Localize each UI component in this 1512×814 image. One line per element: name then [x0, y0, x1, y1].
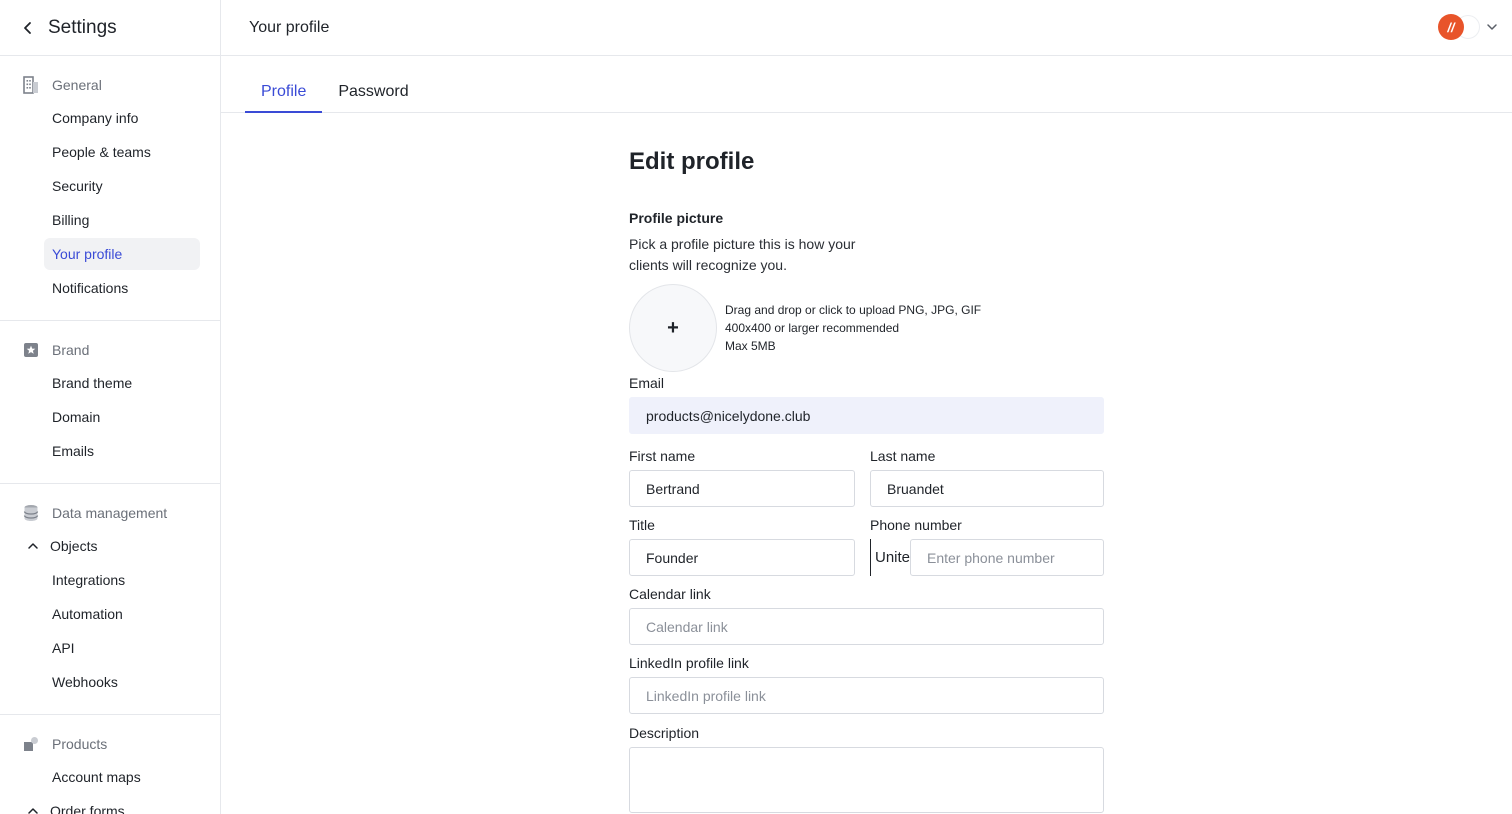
- star-badge-icon: [22, 341, 40, 359]
- linkedin-input[interactable]: [629, 677, 1104, 714]
- section-general-header: General: [0, 74, 220, 96]
- account-menu[interactable]: //: [1438, 14, 1498, 40]
- sidebar-title: Settings: [48, 16, 117, 38]
- sidebar-item-billing[interactable]: Billing: [44, 204, 200, 236]
- products-icon: [22, 735, 40, 753]
- upload-row: + Drag and drop or click to upload PNG, …: [629, 284, 1104, 372]
- sidebar-item-api[interactable]: API: [44, 632, 200, 664]
- avatar: //: [1438, 14, 1464, 40]
- sidebar-item-emails[interactable]: Emails: [44, 435, 200, 467]
- form-title: Edit profile: [629, 148, 755, 175]
- section-products-header: Products: [0, 733, 220, 755]
- settings-sidebar: Settings General Company info People & t…: [0, 0, 221, 814]
- sidebar-item-integrations[interactable]: Integrations: [44, 564, 200, 596]
- building-icon: [22, 76, 40, 94]
- plus-icon: +: [667, 316, 679, 339]
- sidebar-group-order-forms-label: Order forms: [50, 803, 125, 814]
- section-data-label: Data management: [52, 505, 168, 521]
- last-name-input[interactable]: [870, 470, 1104, 507]
- title-input[interactable]: [629, 539, 855, 576]
- section-general-label: General: [52, 77, 102, 93]
- sidebar-item-your-profile[interactable]: Your profile: [44, 238, 200, 270]
- sidebar-header: Settings: [0, 0, 220, 56]
- phone-row: Unite: [870, 539, 1104, 576]
- title-label: Title: [629, 517, 655, 533]
- profile-tabs: Profile Password: [221, 56, 1512, 113]
- sidebar-group-objects-label: Objects: [50, 538, 98, 554]
- title-group: Title: [629, 517, 855, 576]
- sidebar-item-domain[interactable]: Domain: [44, 401, 200, 433]
- sidebar-item-automation[interactable]: Automation: [44, 598, 200, 630]
- top-bar: Your profile //: [221, 0, 1512, 56]
- calendar-input[interactable]: [629, 608, 1104, 645]
- sidebar-item-security[interactable]: Security: [44, 170, 200, 202]
- phone-group: Phone number Unite: [870, 517, 1104, 576]
- sidebar-item-notifications[interactable]: Notifications: [44, 272, 200, 304]
- chevron-down-icon: [1486, 21, 1498, 33]
- phone-label: Phone number: [870, 517, 962, 533]
- calendar-group: Calendar link: [629, 586, 1104, 645]
- section-brand-label: Brand: [52, 342, 90, 358]
- profile-picture-label: Profile picture: [629, 210, 724, 226]
- description-textarea[interactable]: [629, 747, 1104, 813]
- sidebar-item-company-info[interactable]: Company info: [44, 102, 200, 134]
- upload-instructions: Drag and drop or click to upload PNG, JP…: [725, 301, 981, 355]
- section-products: Products Account maps Order forms: [0, 715, 220, 814]
- phone-input[interactable]: [910, 539, 1104, 576]
- section-products-label: Products: [52, 736, 108, 752]
- sidebar-group-order-forms[interactable]: Order forms: [26, 795, 200, 814]
- page-title: Your profile: [249, 18, 330, 36]
- section-general: General Company info People & teams Secu…: [0, 56, 220, 321]
- sidebar-item-webhooks[interactable]: Webhooks: [44, 666, 200, 698]
- sidebar-group-objects[interactable]: Objects: [26, 530, 200, 562]
- first-name-input[interactable]: [629, 470, 855, 507]
- back-arrow-icon[interactable]: [20, 20, 36, 36]
- last-name-label: Last name: [870, 448, 936, 464]
- email-label: Email: [629, 375, 665, 391]
- section-data-management: Data management Objects Integrations Aut…: [0, 484, 220, 715]
- upload-dropzone[interactable]: +: [629, 284, 717, 372]
- sidebar-item-account-maps[interactable]: Account maps: [44, 761, 200, 793]
- linkedin-label: LinkedIn profile link: [629, 655, 749, 671]
- upload-formats: Drag and drop or click to upload PNG, JP…: [725, 303, 982, 317]
- email-field[interactable]: [629, 397, 1104, 434]
- edit-profile-form: Edit profile Profile picture Pick a prof…: [629, 140, 1104, 372]
- tab-profile[interactable]: Profile: [245, 55, 323, 113]
- country-select[interactable]: Unite: [870, 539, 910, 576]
- database-icon: [22, 504, 40, 522]
- section-data-header: Data management: [0, 502, 220, 524]
- description-label: Description: [629, 725, 700, 741]
- email-group: Email: [629, 375, 1104, 434]
- sidebar-item-brand-theme[interactable]: Brand theme: [44, 367, 200, 399]
- first-name-label: First name: [629, 448, 696, 464]
- upload-size: 400x400 or larger recommended: [725, 321, 900, 335]
- chevron-up-icon: [26, 804, 40, 814]
- description-group: Description: [629, 725, 1104, 814]
- tab-password[interactable]: Password: [322, 55, 424, 112]
- last-name-group: Last name: [870, 448, 1104, 507]
- upload-max: Max 5MB: [725, 339, 776, 353]
- first-name-group: First name: [629, 448, 855, 507]
- sidebar-item-people-teams[interactable]: People & teams: [44, 136, 200, 168]
- section-brand-header: Brand: [0, 339, 220, 361]
- calendar-label: Calendar link: [629, 586, 711, 602]
- profile-picture-help: Pick a profile picture this is how your …: [629, 236, 856, 273]
- linkedin-group: LinkedIn profile link: [629, 655, 1104, 714]
- chevron-up-icon: [26, 539, 40, 553]
- section-brand: Brand Brand theme Domain Emails: [0, 321, 220, 484]
